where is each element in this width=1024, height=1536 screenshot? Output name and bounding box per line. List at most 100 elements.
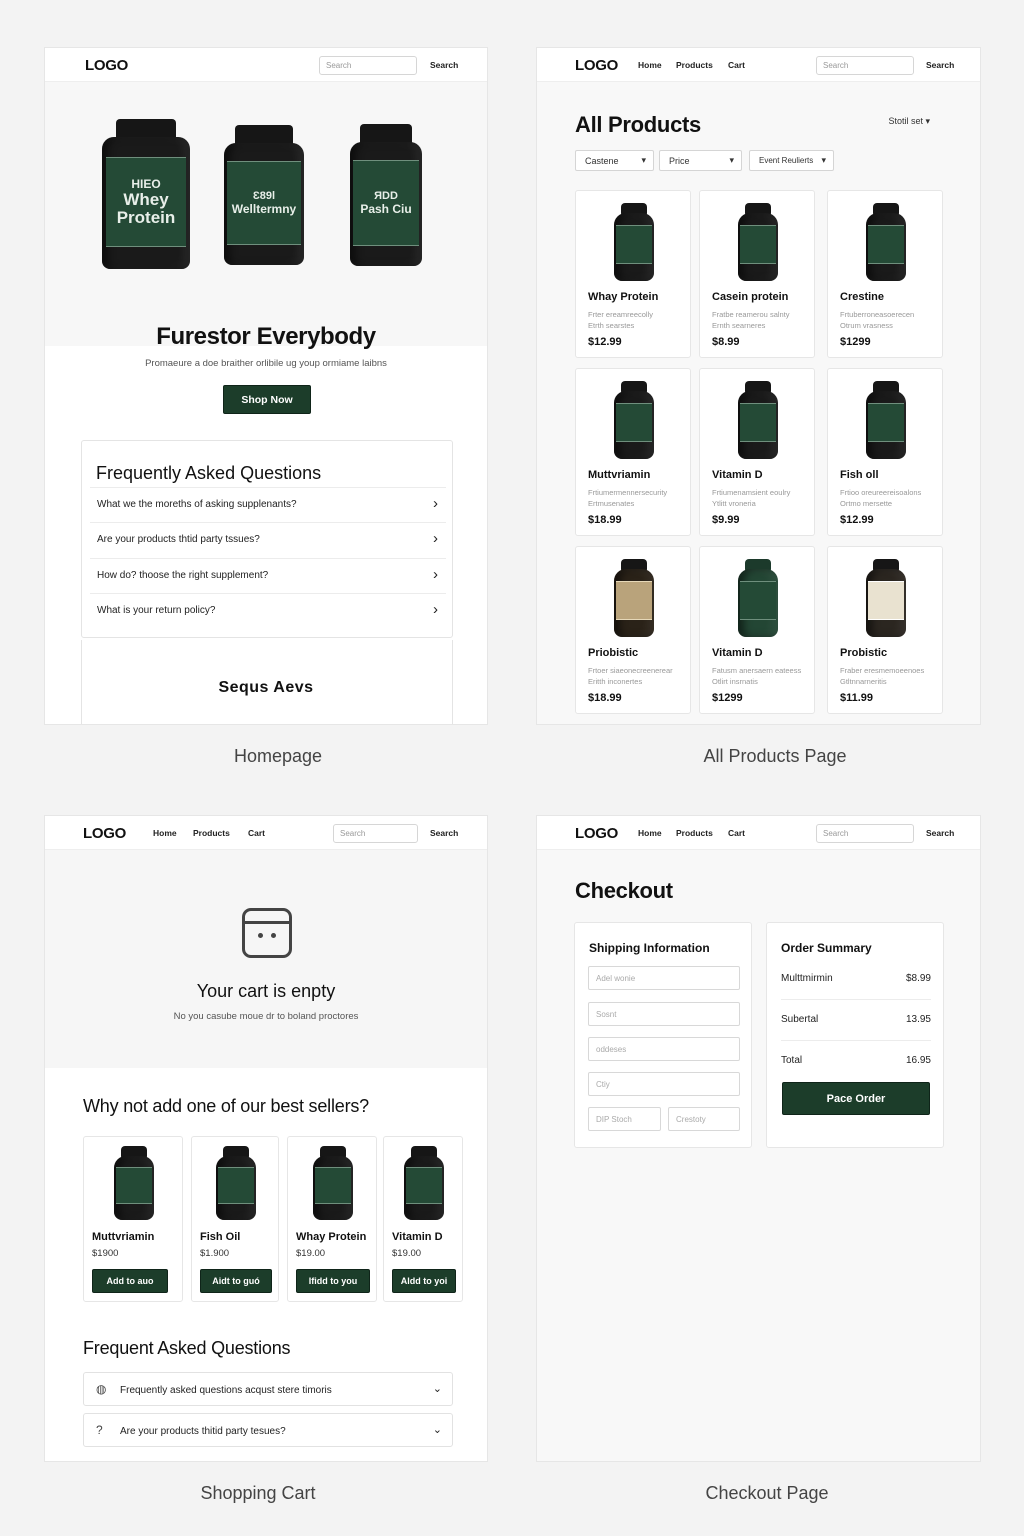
product-card[interactable]: Muttvriamin Frtiumermennersecurity Ertmuse… <box>575 368 691 536</box>
address-line2-field[interactable]: oddeses <box>588 1037 740 1061</box>
search-input[interactable]: Search <box>333 824 418 843</box>
product-card[interactable]: Priobistic Frtoer siaeonecreenerear Eritth… <box>575 546 691 714</box>
faq-item[interactable]: Are your products thtid party tssues? › <box>90 522 446 557</box>
best-seller-card[interactable]: Muttvriamin $1900 Add to auo <box>83 1136 183 1302</box>
bottle-label-line1: Ɛ89l <box>252 190 276 202</box>
add-to-cart-button[interactable]: Aidt to guó <box>200 1269 272 1293</box>
product-card[interactable]: Probistic Fraber eresmemoeenoes Gtltnnarne… <box>827 546 943 714</box>
product-description-line: Otrum vrasness <box>840 321 893 330</box>
chevron-right-icon: › <box>433 495 438 512</box>
info-circle-icon: ◍ <box>96 1382 107 1396</box>
logo[interactable]: LOGO <box>83 825 126 842</box>
nav-home[interactable]: Home <box>638 828 662 838</box>
best-seller-card[interactable]: Whay Protein $19.00 Ifidd to you <box>287 1136 377 1302</box>
top-nav: LOGO Home Products Cart Search Search <box>45 816 487 850</box>
product-card[interactable]: Casein protein Fratbe reamerou salnty Ernt… <box>699 190 815 358</box>
summary-item-price: $8.99 <box>905 973 931 984</box>
product-price: $12.99 <box>588 336 622 348</box>
shipping-title: Shipping Information <box>589 941 710 955</box>
product-image <box>866 559 906 637</box>
shop-now-button[interactable]: Shop Now <box>223 385 311 414</box>
product-description-line: Gtltnnarneritis <box>840 677 887 686</box>
chevron-down-icon: ⌄ <box>432 1424 442 1436</box>
search-button[interactable]: Search <box>430 828 458 838</box>
add-to-cart-button[interactable]: Add to auo <box>92 1269 168 1293</box>
nav-cart[interactable]: Cart <box>728 828 745 838</box>
filter-label: Event Reulierts <box>759 156 814 165</box>
search-input[interactable]: Search <box>319 56 417 75</box>
product-description: Frtoer siaeonecreenerear Eritth inconerte… <box>588 665 684 687</box>
product-description: Fatusm anersaern eateess Otlirt insrnatis <box>712 665 808 687</box>
product-image <box>738 381 778 459</box>
search-button[interactable]: Search <box>926 828 954 838</box>
search-button[interactable]: Search <box>430 60 458 70</box>
country-field[interactable]: Crestoty <box>668 1107 740 1131</box>
product-price: $11.99 <box>840 692 874 704</box>
best-seller-card[interactable]: Fish Oil $1.900 Aidt to guó <box>191 1136 279 1302</box>
product-image <box>114 1146 154 1220</box>
shipping-card: Shipping Information Adel wonie Sosnt od… <box>574 922 752 1148</box>
caption-cart: Shopping Cart <box>200 1483 316 1503</box>
nav-home[interactable]: Home <box>153 828 177 838</box>
search-input[interactable]: Search <box>816 56 914 75</box>
best-seller-card[interactable]: Vitamin D $19.00 Aldd to yoi <box>383 1136 463 1302</box>
chevron-right-icon: › <box>433 601 438 618</box>
product-price: $12.99 <box>840 514 874 526</box>
bottle-label-line1: HIEO <box>131 177 161 191</box>
product-card[interactable]: Crestine Frtuberroneasoerecen Otrum vrasne… <box>827 190 943 358</box>
bottle-label-line2: Welltermny <box>231 202 297 216</box>
product-price: $18.99 <box>588 514 622 526</box>
product-name: Priobistic <box>588 647 639 659</box>
subtotal-label: Subertal <box>781 1014 819 1025</box>
faq-question: How do? thoose the right supplement? <box>97 570 269 581</box>
product-card[interactable]: Vitamin D Fatusm anersaern eateess Otlirt … <box>699 546 815 714</box>
product-description: Frter ereamreecolly Etrth searstes <box>588 309 684 331</box>
search-input[interactable]: Search <box>816 824 914 843</box>
best-seller-price: $19.00 <box>296 1248 326 1259</box>
product-image <box>866 381 906 459</box>
filter-category[interactable]: Castene ▾ <box>575 150 654 171</box>
product-description: Frtioo oreureereisoalons Ortmo mersette <box>840 487 936 509</box>
add-to-cart-button[interactable]: Aldd to yoi <box>392 1269 456 1293</box>
section-heading: Sequs Aevs <box>218 679 314 696</box>
faq-accordion-item[interactable]: ? Are your products thitid party tesues?… <box>83 1413 453 1447</box>
bottle-label-line2: Pash Ciu <box>360 202 412 216</box>
city-field[interactable]: Ctiy <box>588 1072 740 1096</box>
add-to-cart-button[interactable]: Ifidd to you <box>296 1269 370 1293</box>
dropdown-arrow-icon: ▾ <box>641 155 646 165</box>
nav-cart[interactable]: Cart <box>728 60 745 70</box>
nav-home[interactable]: Home <box>638 60 662 70</box>
logo[interactable]: LOGO <box>575 57 618 74</box>
product-card[interactable]: Fish oll Frtioo oreureereisoalons Ortmo me… <box>827 368 943 536</box>
product-card[interactable]: Whay Protein Frter ereamreecolly Etrth sea… <box>575 190 691 358</box>
faq-title: Frequently Asked Questions <box>96 463 322 483</box>
nav-products[interactable]: Products <box>193 828 230 838</box>
faq-accordion-item[interactable]: ◍ Frequently asked questions acqust ster… <box>83 1372 453 1406</box>
logo[interactable]: LOGO <box>85 57 128 74</box>
product-name: Whay Protein <box>588 291 659 303</box>
best-seller-price: $1.900 <box>200 1248 230 1259</box>
faq-item[interactable]: What is your return policy? › <box>90 593 446 628</box>
best-seller-name: Fish Oil <box>200 1231 241 1243</box>
zip-field[interactable]: DIP Stoch <box>588 1107 661 1131</box>
address-field[interactable]: Adel wonie <box>588 966 740 990</box>
nav-products[interactable]: Products <box>676 60 713 70</box>
place-order-button[interactable]: Pace Order <box>782 1082 930 1115</box>
street-field[interactable]: Sosnt <box>588 1002 740 1026</box>
total-row: Total 16.95 <box>781 1055 931 1066</box>
divider <box>781 1040 931 1041</box>
nav-cart[interactable]: Cart <box>248 828 265 838</box>
filter-price[interactable]: Price ▾ <box>659 150 742 171</box>
product-description-line: Ertmusenates <box>588 499 635 508</box>
product-description: Fraber eresmemoeenoes Gtltnnarneritis <box>840 665 936 687</box>
faq-title: Frequent Asked Questions <box>83 1338 291 1358</box>
sort-dropdown[interactable]: Stotil set ▾ <box>888 116 930 127</box>
filter-event[interactable]: Event Reulierts ▾ <box>749 150 834 171</box>
product-card[interactable]: Vitamin D Frtiumenamsient eoulry Ytlitt vr… <box>699 368 815 536</box>
product-image <box>614 381 654 459</box>
faq-item[interactable]: How do? thoose the right supplement? › <box>90 558 446 593</box>
faq-item[interactable]: What we the moreths of asking supplenant… <box>90 487 446 522</box>
logo[interactable]: LOGO <box>575 825 618 842</box>
nav-products[interactable]: Products <box>676 828 713 838</box>
search-button[interactable]: Search <box>926 60 954 70</box>
